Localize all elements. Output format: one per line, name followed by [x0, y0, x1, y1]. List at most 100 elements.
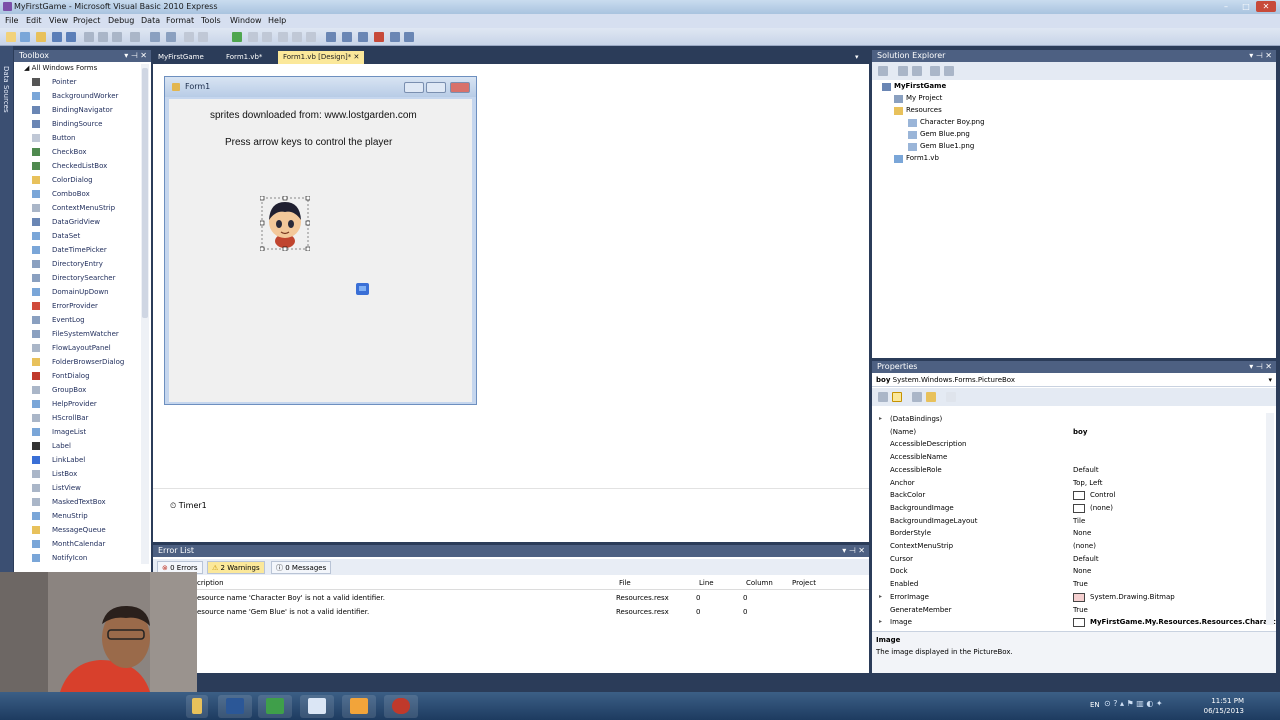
copy-icon[interactable] [98, 32, 108, 42]
property-value[interactable]: Default [1073, 466, 1099, 474]
menu-debug[interactable]: Debug [108, 16, 134, 25]
column-file[interactable]: File [619, 579, 631, 587]
taskbar-paint-button[interactable] [342, 695, 376, 718]
expand-icon[interactable]: ▸ [879, 593, 882, 600]
redo-icon[interactable] [166, 32, 176, 42]
maximize-button[interactable]: □ [1238, 1, 1254, 12]
taskbar-word-button[interactable] [218, 695, 252, 718]
tree-node-resource-file[interactable]: Character Boy.png [908, 118, 985, 127]
save-icon[interactable] [52, 32, 62, 42]
view-code-icon[interactable] [930, 66, 940, 76]
taskbar-recorder-button[interactable] [384, 695, 418, 718]
property-row[interactable]: BorderStyle None [872, 527, 1266, 540]
new-project-icon[interactable] [6, 32, 16, 42]
navigate-back-icon[interactable] [184, 32, 194, 42]
tree-node-form1[interactable]: Form1.vb [894, 154, 939, 163]
menu-data[interactable]: Data [141, 16, 160, 25]
property-row[interactable]: BackgroundImageLayout Tile [872, 515, 1266, 528]
column-line[interactable]: Line [699, 579, 714, 587]
sprites-credit-label[interactable]: sprites downloaded from: www.lostgarden.… [210, 110, 417, 121]
pause-icon[interactable] [248, 32, 258, 42]
start-page-icon[interactable] [390, 32, 400, 42]
property-row[interactable]: ▸ (DataBindings) [872, 413, 1266, 426]
tree-node-resource-file[interactable]: Gem Blue1.png [908, 142, 974, 151]
tree-node-resource-file[interactable]: Gem Blue.png [908, 130, 970, 139]
find-icon[interactable] [130, 32, 140, 42]
table-row[interactable]: esource name 'Gem Blue' is not a valid i… [153, 606, 869, 619]
menu-project[interactable]: Project [73, 16, 100, 25]
start-debugging-icon[interactable] [232, 32, 242, 42]
solution-explorer-pin-close-icon[interactable]: ▾ ⊣ ✕ [1249, 50, 1272, 62]
property-row[interactable]: ContextMenuStrip (none) [872, 540, 1266, 553]
menu-edit[interactable]: Edit [26, 16, 42, 25]
tab-close-icon[interactable]: ✕ [354, 53, 360, 61]
undo-icon[interactable] [150, 32, 160, 42]
expand-icon[interactable]: ▸ [879, 415, 882, 422]
object-selector-dropdown-icon[interactable]: ▾ [1268, 374, 1272, 387]
language-indicator[interactable]: EN [1090, 701, 1100, 709]
extension-manager-icon[interactable] [404, 32, 414, 42]
view-designer-icon[interactable] [944, 66, 954, 76]
property-row[interactable]: Enabled True [872, 578, 1266, 591]
tab-form1-code[interactable]: Form1.vb* [221, 51, 267, 64]
error-list-pin-close-icon[interactable]: ▾ ⊣ ✕ [842, 545, 865, 557]
properties-icon[interactable] [878, 66, 888, 76]
property-value[interactable]: MyFirstGame.My.Resources.Resources.Chara… [1090, 618, 1275, 626]
property-pages-icon[interactable] [946, 392, 956, 402]
property-value[interactable]: System.Drawing.Bitmap [1090, 593, 1175, 601]
toolbox-scroll-thumb[interactable] [142, 68, 148, 318]
tree-node-project[interactable]: MyFirstGame [882, 82, 946, 91]
close-button[interactable]: ✕ [1256, 1, 1276, 12]
minimize-button[interactable]: – [1218, 1, 1234, 12]
tree-node-resources[interactable]: Resources [894, 106, 942, 115]
table-row[interactable]: esource name 'Character Boy' is not a va… [153, 592, 869, 605]
stop-icon[interactable] [262, 32, 272, 42]
property-row[interactable]: GenerateMember True [872, 604, 1266, 617]
open-icon[interactable] [36, 32, 46, 42]
property-value[interactable]: Control [1090, 491, 1115, 499]
property-value[interactable]: None [1073, 567, 1091, 575]
toolbox-group-header[interactable]: ◢ All Windows Forms [24, 64, 97, 72]
column-project[interactable]: Project [792, 579, 816, 587]
tab-form1-design[interactable]: Form1.vb [Design]* ✕ [278, 51, 365, 64]
system-clock[interactable]: 11:51 PM 06/15/2013 [1204, 696, 1244, 716]
add-item-icon[interactable] [20, 32, 30, 42]
object-browser-icon[interactable] [358, 32, 368, 42]
messages-filter-button[interactable]: ⓘ 0 Messages [271, 561, 332, 574]
property-value[interactable]: Default [1073, 555, 1099, 563]
form1-window[interactable]: Form1 sprites downloaded from: www.lostg… [164, 76, 477, 405]
properties-scrollbar[interactable] [1266, 413, 1274, 625]
property-row[interactable]: Anchor Top, Left [872, 477, 1266, 490]
property-row[interactable]: Cursor Default [872, 553, 1266, 566]
property-row[interactable]: (Name) boy [872, 426, 1266, 439]
cut-icon[interactable] [84, 32, 94, 42]
property-value[interactable]: boy [1073, 428, 1087, 436]
properties-window-icon[interactable] [342, 32, 352, 42]
property-row[interactable]: AccessibleName [872, 451, 1266, 464]
menu-view[interactable]: View [49, 16, 68, 25]
tab-dropdown-icon[interactable]: ▾ [855, 51, 859, 64]
menu-tools[interactable]: Tools [201, 16, 221, 25]
gem-picturebox[interactable] [355, 282, 370, 296]
toolbox-pin-close-icon[interactable]: ▾ ⊣ ✕ [124, 50, 147, 62]
categorized-icon[interactable] [878, 392, 888, 402]
timer1-component[interactable]: ⏲ Timer1 [170, 501, 207, 511]
property-value[interactable]: True [1073, 580, 1088, 588]
navigate-forward-icon[interactable] [198, 32, 208, 42]
menu-help[interactable]: Help [268, 16, 286, 25]
property-row[interactable]: ▸ Image MyFirstGame.My.Resources.Resources… [872, 616, 1275, 629]
instructions-label[interactable]: Press arrow keys to control the player [225, 137, 392, 148]
menu-format[interactable]: Format [166, 16, 194, 25]
toolbox-scrollbar[interactable] [141, 64, 149, 564]
taskbar-explorer-button[interactable] [186, 695, 208, 718]
taskbar-visual-basic-button[interactable] [300, 695, 334, 718]
property-value[interactable]: (none) [1090, 504, 1113, 512]
taskbar-chrome-button[interactable] [258, 695, 292, 718]
step-into-icon[interactable] [278, 32, 288, 42]
expand-icon[interactable]: ▸ [879, 618, 882, 625]
property-value[interactable]: (none) [1073, 542, 1096, 550]
warnings-filter-button[interactable]: ⚠ 2 Warnings [207, 561, 265, 574]
solution-explorer-icon[interactable] [326, 32, 336, 42]
tab-myfirstgame[interactable]: MyFirstGame [153, 51, 209, 64]
menu-file[interactable]: File [5, 16, 18, 25]
